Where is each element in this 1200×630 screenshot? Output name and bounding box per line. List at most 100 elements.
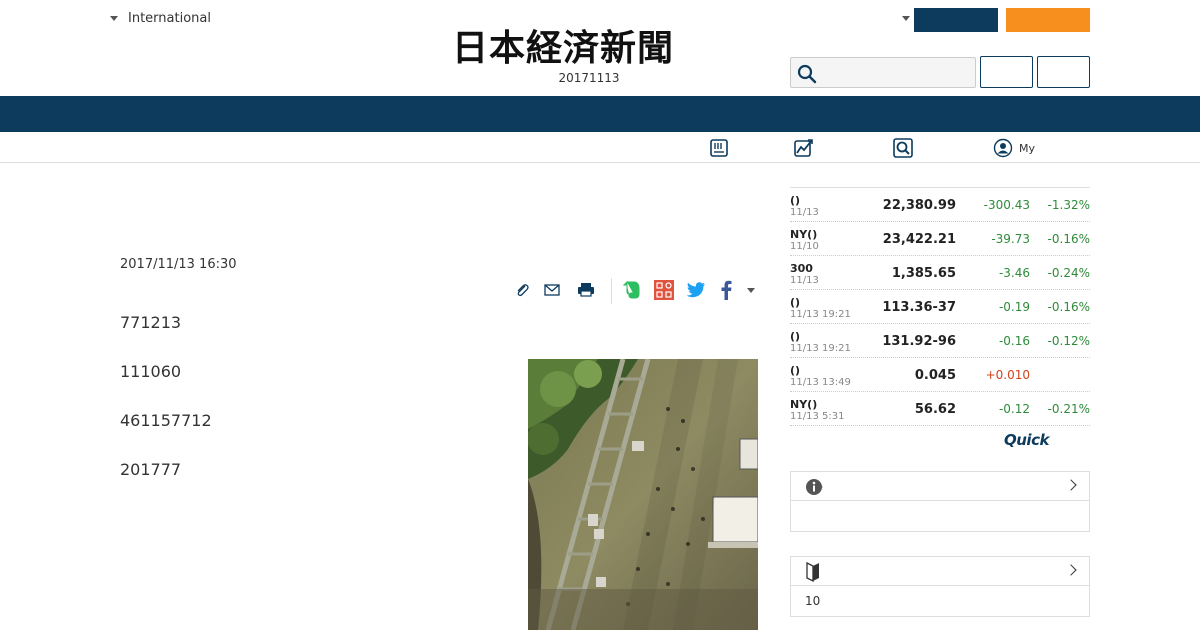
search-input[interactable] [821,60,971,85]
market-change: -0.12 [998,402,1030,416]
market-data-table: () 11/13 22,380.99 -300.43 -1.32% NY() 1… [790,187,1090,426]
caret-down-icon [110,16,118,21]
caret-down-icon [747,287,755,293]
newspaper-icon [710,139,728,157]
market-value: 22,380.99 [882,198,956,213]
come-button[interactable] [653,278,675,302]
search-box[interactable] [790,57,976,88]
trial-button[interactable] [1006,8,1090,32]
market-name: () [790,330,801,343]
chevron-right-icon [1065,564,1077,576]
market-row[interactable]: () 11/13 13:49 0.045 +0.010 [790,358,1090,392]
register-button[interactable] [1037,56,1090,88]
facebook-icon [721,280,732,300]
article-paragraph: 461157712 [120,411,212,430]
chart-icon [794,139,813,157]
market-change: +0.010 [985,368,1030,382]
email-button[interactable] [542,278,562,302]
market-percent: -0.16% [1047,232,1090,246]
market-time: 11/13 13:49 [790,377,851,388]
sub-navigation: My [0,132,1200,163]
market-value: 113.36-37 [882,300,956,315]
beginner-count: 10 [805,594,821,608]
market-time: 11/10 [790,241,819,252]
my-label: My [1019,141,1036,155]
market-time: 11/13 [790,275,819,286]
market-time: 11/13 19:21 [790,309,851,320]
share-divider [611,278,612,304]
clip-button[interactable] [512,278,532,302]
market-time: 11/13 5:31 [790,411,845,422]
twitter-button[interactable] [685,278,707,302]
article-paragraph: 201777 [120,460,182,479]
subscribe-button[interactable] [914,8,998,32]
market-name: 300 [790,262,813,275]
beginner-mark-icon [806,562,819,582]
beginner-box-header[interactable] [791,557,1089,586]
article-photo[interactable] [528,359,758,630]
search-icon[interactable] [797,64,817,84]
article-timestamp: 2017/11/13 16:30 [120,257,237,272]
quick-logo[interactable]: Quick [1004,431,1049,449]
market-change: -0.19 [998,300,1030,314]
subnav-item-my[interactable]: My [993,137,1035,159]
market-change: -3.46 [998,266,1030,280]
market-percent: -0.16% [1047,300,1090,314]
logo-text: 日本経済新聞 [452,27,675,69]
edition-label: International [128,11,211,26]
market-value: 1,385.65 [891,266,956,281]
article-paragraph: 771213 [120,313,182,332]
caret-down-icon[interactable] [902,16,910,21]
subnav-item-markets[interactable] [793,137,815,159]
market-value: 23,422.21 [882,232,956,247]
market-percent: -1.32% [1047,198,1090,212]
print-button[interactable] [575,278,597,302]
market-time: 11/13 19:21 [790,343,851,354]
market-change: -39.73 [991,232,1030,246]
info-icon [806,479,823,495]
subnav-item-search[interactable] [893,137,913,159]
market-row[interactable]: 300 11/13 1,385.65 -3.46 -0.24% [790,256,1090,290]
market-percent: -0.12% [1047,334,1090,348]
search-icon [893,138,913,158]
market-name: () [790,364,801,377]
site-logo[interactable]: 日本経済新聞 [452,28,752,68]
market-row[interactable]: NY() 11/10 23,422.21 -39.73 -0.16% [790,222,1090,256]
edition-date: 20171113 [558,71,620,85]
login-button[interactable] [980,56,1033,88]
mail-icon [544,284,560,296]
printer-icon [578,283,594,297]
info-box-header[interactable] [791,472,1089,501]
market-row[interactable]: () 11/13 19:21 131.92-96 -0.16 -0.12% [790,324,1090,358]
market-row[interactable]: () 11/13 22,380.99 -300.43 -1.32% [790,188,1090,222]
market-percent: -0.21% [1047,402,1090,416]
info-box-body [791,501,1089,531]
info-box [790,471,1090,532]
market-row[interactable]: NY() 11/13 5:31 56.62 -0.12 -0.21% [790,392,1090,426]
user-icon [993,138,1013,158]
edition-selector[interactable]: International [110,11,211,26]
paperclip-icon [517,284,529,297]
site-header: International 日本経済新聞 20171113 [0,0,1200,96]
market-value: 56.62 [914,402,956,417]
market-row[interactable]: () 11/13 19:21 113.36-37 -0.19 -0.16% [790,290,1090,324]
market-change: -300.43 [983,198,1030,212]
market-name: () [790,194,801,207]
market-change: -0.16 [998,334,1030,348]
beginner-box-body: 10 [791,586,1089,616]
market-value: 0.045 [914,368,956,383]
market-value: 131.92-96 [882,334,956,349]
more-share-button[interactable] [744,278,758,302]
share-toolbar [510,278,760,304]
market-name: NY() [790,398,818,411]
facebook-button[interactable] [716,278,736,302]
subnav-item-paper[interactable] [709,137,729,159]
main-navigation-bar [0,96,1200,132]
chevron-right-icon [1065,479,1077,491]
evernote-icon [623,280,640,299]
market-name: () [790,296,801,309]
twitter-icon [686,282,705,298]
evernote-button[interactable] [621,278,643,302]
market-percent: -0.24% [1047,266,1090,280]
market-name: NY() [790,228,818,241]
